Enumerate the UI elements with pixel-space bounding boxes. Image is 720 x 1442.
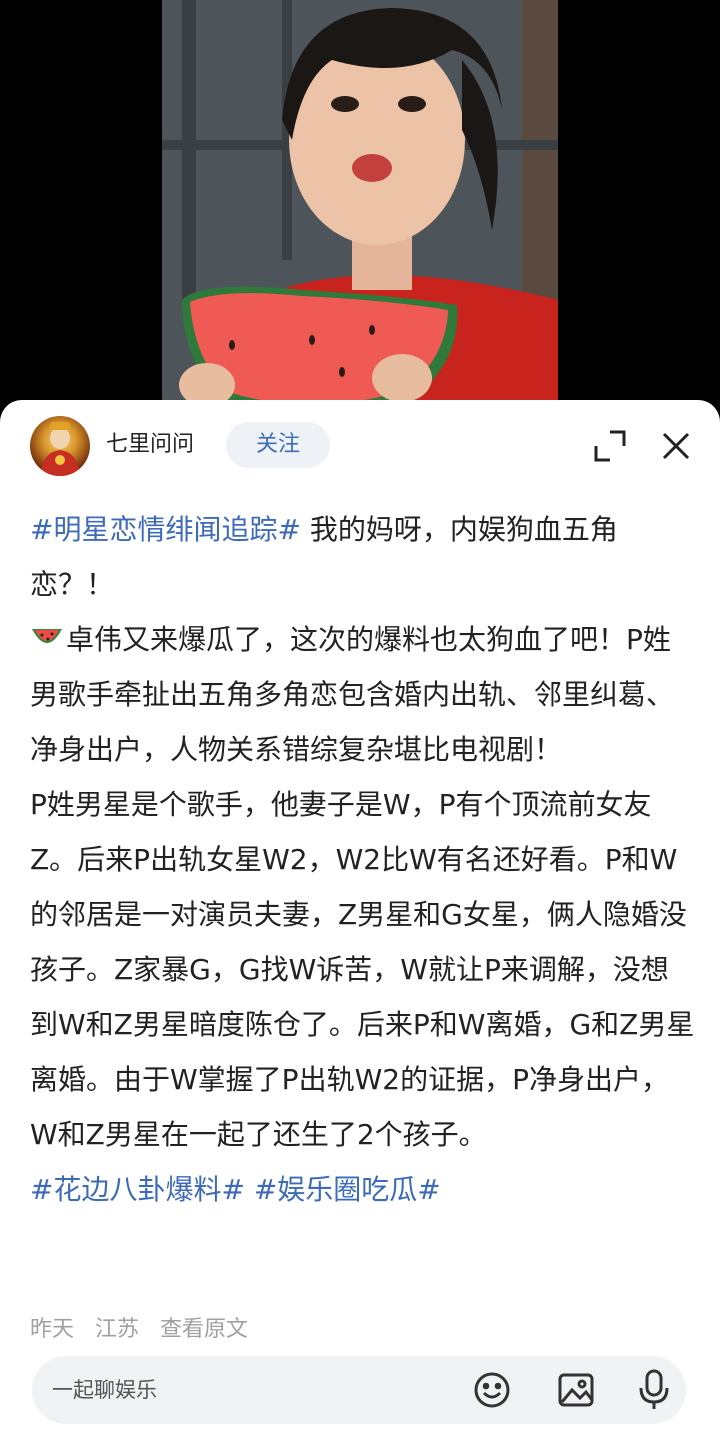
post-body: #明星恋情绯闻追踪# 我的妈呀，内娱狗血五角恋？！ 卓伟又来爆瓜了，这次的爆料也… (30, 502, 695, 1217)
watermelon-emoji-icon (30, 616, 64, 646)
microphone-icon[interactable] (634, 1368, 674, 1412)
comment-input[interactable]: 一起聊娱乐 (52, 1356, 157, 1424)
post-paragraph-3: P姓男星是个歌手，他妻子是W，P有个顶流前女友Z。后来P出轨女星W2，W2比W有… (30, 788, 695, 1151)
post-paragraph-1: #明星恋情绯闻追踪# 我的妈呀，内娱狗血五角恋？！ (30, 502, 695, 612)
post-photo[interactable] (162, 0, 558, 420)
author-avatar[interactable] (30, 416, 90, 476)
hashtag-link[interactable]: #花边八卦爆料# (30, 1173, 245, 1206)
emoji-icon[interactable] (472, 1370, 512, 1410)
post-meta: 昨天 江苏 查看原文 (30, 1315, 262, 1345)
follow-button[interactable]: 关注 (226, 422, 330, 468)
image-icon[interactable] (556, 1370, 596, 1410)
post-text: 卓伟又来爆瓜了，这次的爆料也太狗血了吧！P姓男歌手牵扯出五角多角恋包含婚内出轨、… (30, 623, 675, 766)
post-location: 江苏 (95, 1317, 140, 1342)
close-icon[interactable] (658, 428, 694, 464)
comment-bar[interactable]: 一起聊娱乐 (32, 1356, 686, 1424)
hashtag-link[interactable]: #明星恋情绯闻追踪# (30, 513, 301, 546)
expand-icon[interactable] (592, 428, 628, 464)
post-header: 七里问问 关注 (0, 400, 720, 490)
post-time: 昨天 (30, 1317, 75, 1342)
hashtag-link[interactable]: #娱乐圈吃瓜# (254, 1173, 441, 1206)
author-name[interactable]: 七里问问 (106, 430, 194, 460)
post-detail-sheet: 七里问问 关注 #明星恋情绯闻追踪# 我的妈呀，内娱狗血五角恋？！ 卓伟又来爆瓜… (0, 400, 720, 1442)
view-original-link[interactable]: 查看原文 (160, 1317, 248, 1342)
post-paragraph-4: #花边八卦爆料# #娱乐圈吃瓜# (30, 1162, 695, 1217)
post-paragraph-2: 卓伟又来爆瓜了，这次的爆料也太狗血了吧！P姓男歌手牵扯出五角多角恋包含婚内出轨、… (30, 612, 695, 777)
